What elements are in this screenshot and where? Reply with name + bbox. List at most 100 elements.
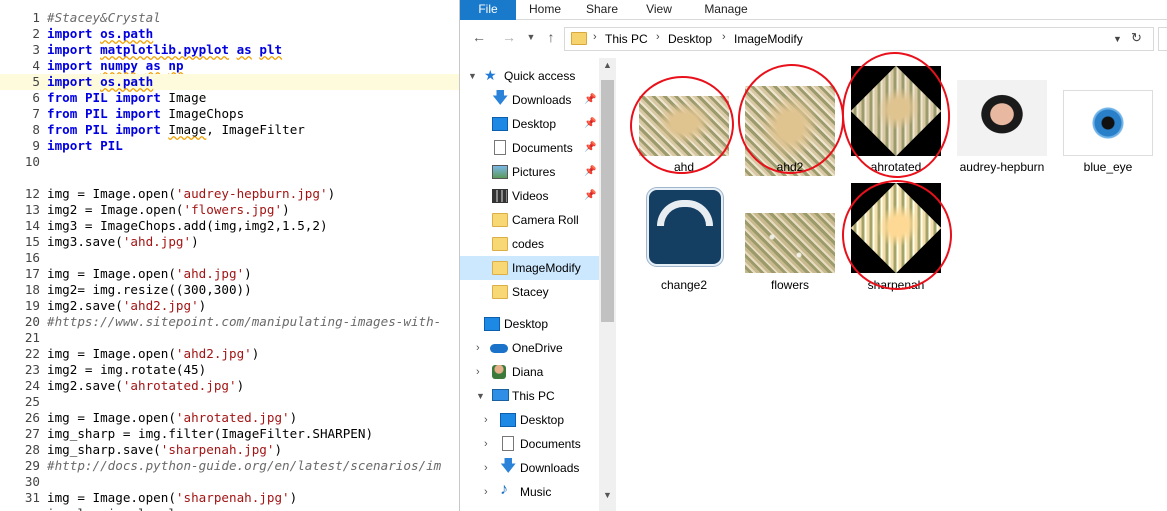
nav-videos[interactable]: Videos 📌 xyxy=(460,184,599,208)
code-line[interactable]: 6 from PIL import Image xyxy=(0,90,459,106)
nav-stacey[interactable]: Stacey xyxy=(460,280,599,304)
back-arrow-icon[interactable]: ← xyxy=(470,28,488,46)
chevron-right-icon[interactable]: › xyxy=(484,480,488,504)
nav-label: Desktop xyxy=(512,117,557,131)
scroll-up-icon[interactable]: ▲ xyxy=(601,60,614,70)
chevron-right-icon[interactable]: › xyxy=(476,360,480,384)
search-box[interactable] xyxy=(1158,27,1167,51)
download-arrow-icon: 🡇 xyxy=(500,458,517,475)
file-blue-eye[interactable]: blue_eye xyxy=(1058,78,1158,178)
pin-icon: 📌 xyxy=(584,142,597,153)
tab-home[interactable]: Home xyxy=(522,0,568,20)
code-line[interactable]: 26 img = Image.open('ahrotated.jpg') xyxy=(0,410,459,426)
nav-label: ImageModify xyxy=(512,261,581,275)
code-line[interactable]: 5 import os.path xyxy=(0,74,459,90)
tab-share[interactable]: Share xyxy=(578,0,626,20)
line-source: img = Image.open('sharpenah.jpg') xyxy=(47,490,298,505)
recent-locations-chevron-icon[interactable]: ▼ xyxy=(522,28,540,46)
nav-pc-desktop[interactable]: › Desktop xyxy=(460,408,599,432)
file-change2[interactable]: change2 xyxy=(634,188,734,298)
address-dropdown-chevron-icon[interactable]: ▼ xyxy=(1113,34,1122,44)
nav-onedrive[interactable]: › OneDrive xyxy=(460,336,599,360)
line-source: from PIL import Image, ImageFilter xyxy=(47,122,305,137)
code-line[interactable]: 10 xyxy=(0,154,459,170)
code-line[interactable]: 12 img = Image.open('audrey-hepburn.jpg') xyxy=(0,186,459,202)
file-ahd[interactable]: ahd xyxy=(634,78,734,178)
code-line[interactable]: 31 img = Image.open('sharpenah.jpg') xyxy=(0,490,459,506)
breadcrumb-imagemodify[interactable]: ImageModify xyxy=(734,32,803,46)
nav-scrollbar-thumb[interactable] xyxy=(601,80,614,322)
code-line[interactable]: 14 img3 = ImageChops.add(img,img2,1.5,2) xyxy=(0,218,459,234)
forward-arrow-icon[interactable]: → xyxy=(500,28,518,46)
refresh-icon[interactable]: ↻ xyxy=(1131,30,1142,46)
code-line[interactable]: 27 img_sharp = img.filter(ImageFilter.SHA… xyxy=(0,426,459,442)
code-line[interactable]: 21 xyxy=(0,330,459,346)
nav-imagemodify[interactable]: ImageModify xyxy=(460,256,599,280)
scroll-down-icon[interactable]: ▼ xyxy=(601,490,614,500)
tab-view[interactable]: View xyxy=(636,0,682,20)
nav-pc-music[interactable]: › ♪ Music xyxy=(460,480,599,504)
code-line[interactable]: 3 import matplotlib.pyplot as plt xyxy=(0,42,459,58)
file-list: ahd ahd2 ahrotated audrey-hepburn blue_e… xyxy=(620,48,1167,511)
chevron-down-icon[interactable]: ▼ xyxy=(468,64,477,88)
nav-diana[interactable]: › Diana xyxy=(460,360,599,384)
file-thumbnail xyxy=(745,213,835,273)
file-sharpenah[interactable]: sharpenah xyxy=(846,183,946,298)
code-line[interactable]: 24 img2.save('ahrotated.jpg') xyxy=(0,378,459,394)
nav-desktop[interactable]: Desktop 📌 xyxy=(460,112,599,136)
chevron-right-icon[interactable]: › xyxy=(484,408,488,432)
code-line[interactable]: i l i l l xyxy=(0,506,459,511)
file-ahd2[interactable]: ahd2 xyxy=(740,78,840,178)
chevron-right-icon[interactable]: › xyxy=(484,456,488,480)
code-line[interactable]: 1 #Stacey&Crystal xyxy=(0,10,459,26)
line-number: 15 xyxy=(24,234,40,249)
breadcrumb-this-pc[interactable]: This PC xyxy=(605,32,648,46)
code-line[interactable]: 22 img = Image.open('ahd2.jpg') xyxy=(0,346,459,362)
nav-codes[interactable]: codes xyxy=(460,232,599,256)
code-line[interactable]: 20 #https://www.sitepoint.com/manipulatin… xyxy=(0,314,459,330)
breadcrumb-desktop[interactable]: Desktop xyxy=(668,32,712,46)
file-audrey-hepburn[interactable]: audrey-hepburn xyxy=(952,78,1052,178)
line-source: img = Image.open('ahrotated.jpg') xyxy=(47,410,298,425)
file-flowers[interactable]: flowers xyxy=(740,188,840,298)
nav-pictures[interactable]: Pictures 📌 xyxy=(460,160,599,184)
code-line[interactable]: 2 import os.path xyxy=(0,26,459,42)
code-line[interactable]: 16 xyxy=(0,250,459,266)
code-line[interactable]: 13 img2 = Image.open('flowers.jpg') xyxy=(0,202,459,218)
nav-pc-documents[interactable]: › Documents xyxy=(460,432,599,456)
code-line[interactable]: 18 img2= img.resize((300,300)) xyxy=(0,282,459,298)
nav-desktop-root[interactable]: Desktop xyxy=(460,312,599,336)
chevron-down-icon[interactable]: ▼ xyxy=(476,384,485,408)
address-bar[interactable]: › This PC › Desktop › ImageModify ▼ ↻ xyxy=(564,27,1154,51)
nav-documents[interactable]: Documents 📌 xyxy=(460,136,599,160)
nav-quick-access[interactable]: ▼ ★ Quick access xyxy=(460,64,599,88)
code-line[interactable]: 30 xyxy=(0,474,459,490)
code-line[interactable]: 28 img_sharp.save('sharpenah.jpg') xyxy=(0,442,459,458)
code-editor[interactable]: 1 #Stacey&Crystal 2 import os.path 3 import m… xyxy=(0,0,460,511)
code-line[interactable]: 7 from PIL import ImageChops xyxy=(0,106,459,122)
nav-downloads[interactable]: 🡇 Downloads 📌 xyxy=(460,88,599,112)
code-line[interactable]: 8 from PIL import Image, ImageFilter xyxy=(0,122,459,138)
code-line[interactable]: 19 img2.save('ahd2.jpg') xyxy=(0,298,459,314)
line-source: img2 = img.rotate(45) xyxy=(47,362,207,377)
up-arrow-icon[interactable]: ↑ xyxy=(542,28,560,46)
line-source: img_sharp = img.filter(ImageFilter.SHARP… xyxy=(47,426,374,441)
code-line[interactable]: 17 img = Image.open('ahd.jpg') xyxy=(0,266,459,282)
chevron-right-icon[interactable]: › xyxy=(476,336,480,360)
nav-this-pc[interactable]: ▼ This PC xyxy=(460,384,599,408)
videos-icon xyxy=(492,189,508,203)
code-line[interactable]: 15 img3.save('ahd.jpg') xyxy=(0,234,459,250)
nav-pc-downloads[interactable]: › 🡇 Downloads xyxy=(460,456,599,480)
line-number: 2 xyxy=(32,26,40,41)
code-line[interactable]: 9 import PIL xyxy=(0,138,459,154)
code-line[interactable]: 29 #http://docs.python-guide.org/en/lates… xyxy=(0,458,459,474)
tab-manage[interactable]: Manage xyxy=(694,0,758,20)
nav-camera-roll[interactable]: Camera Roll xyxy=(460,208,599,232)
file-ahrotated[interactable]: ahrotated xyxy=(846,66,946,178)
chevron-right-icon[interactable]: › xyxy=(484,432,488,456)
code-line[interactable]: 4 import numpy as np xyxy=(0,58,459,74)
code-line[interactable] xyxy=(0,170,459,186)
code-line[interactable]: 23 img2 = img.rotate(45) xyxy=(0,362,459,378)
code-line[interactable]: 25 xyxy=(0,394,459,410)
tab-file[interactable]: File xyxy=(460,0,516,20)
